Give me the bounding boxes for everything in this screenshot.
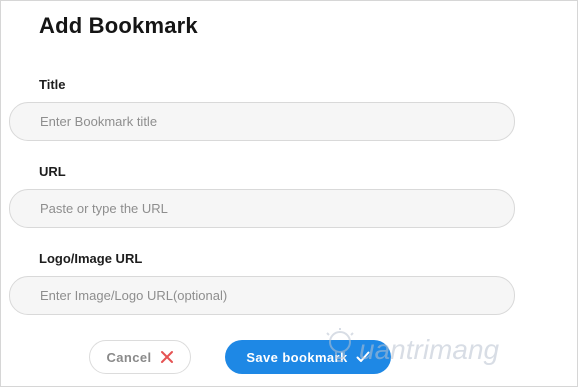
title-field-wrapper (9, 102, 515, 141)
add-bookmark-dialog: Add Bookmark Title URL Logo/Image URL Ca… (0, 0, 578, 387)
bulb-icon (323, 327, 357, 372)
close-icon (160, 350, 174, 364)
logo-url-input[interactable] (10, 277, 514, 314)
logo-url-label: Logo/Image URL (39, 251, 143, 266)
watermark-text: uantrimang (359, 333, 500, 365)
logo-url-field-wrapper (9, 276, 515, 315)
watermark: uantrimang (323, 327, 499, 372)
cancel-button-label: Cancel (106, 349, 152, 365)
url-field-wrapper (9, 189, 515, 228)
dialog-title: Add Bookmark (39, 13, 198, 38)
title-input[interactable] (10, 103, 514, 140)
url-label: URL (39, 164, 66, 179)
url-input[interactable] (10, 190, 514, 227)
cancel-button[interactable]: Cancel (89, 340, 191, 374)
title-label: Title (39, 77, 66, 92)
